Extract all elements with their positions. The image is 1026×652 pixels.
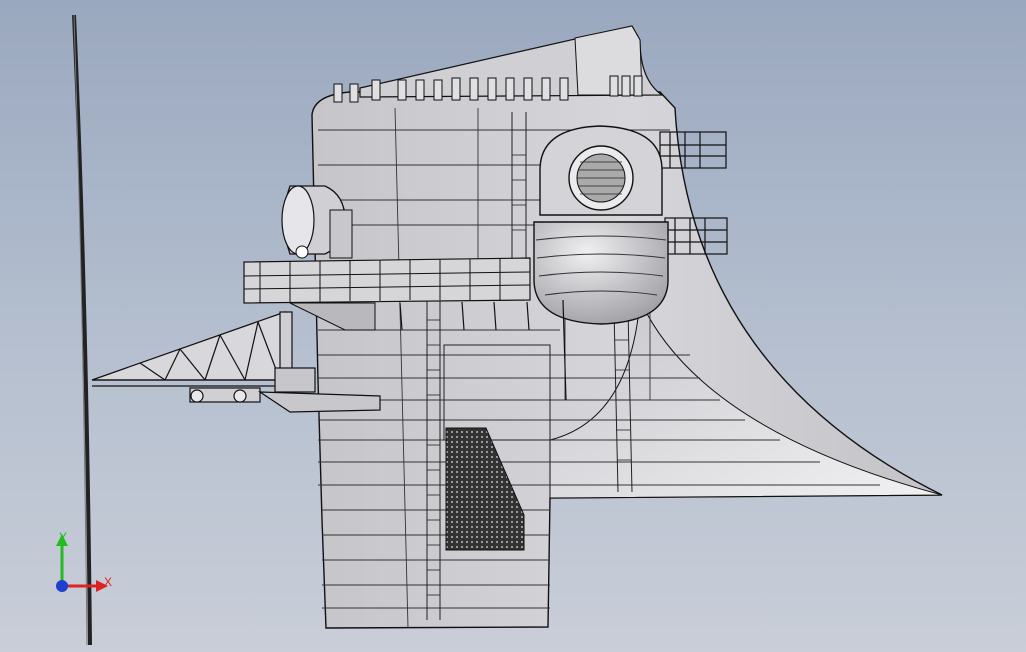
- searchlight-right: [539, 125, 663, 216]
- cad-viewport[interactable]: Y X: [0, 0, 1026, 652]
- tower-body: [311, 25, 943, 629]
- y-axis-label: Y: [59, 530, 68, 544]
- axis-triad: Y X: [40, 528, 120, 598]
- radome: [533, 221, 669, 325]
- ship-mast-3d-model[interactable]: [0, 0, 1026, 652]
- x-axis-label: X: [104, 575, 113, 589]
- z-axis-dot-icon: [56, 580, 68, 592]
